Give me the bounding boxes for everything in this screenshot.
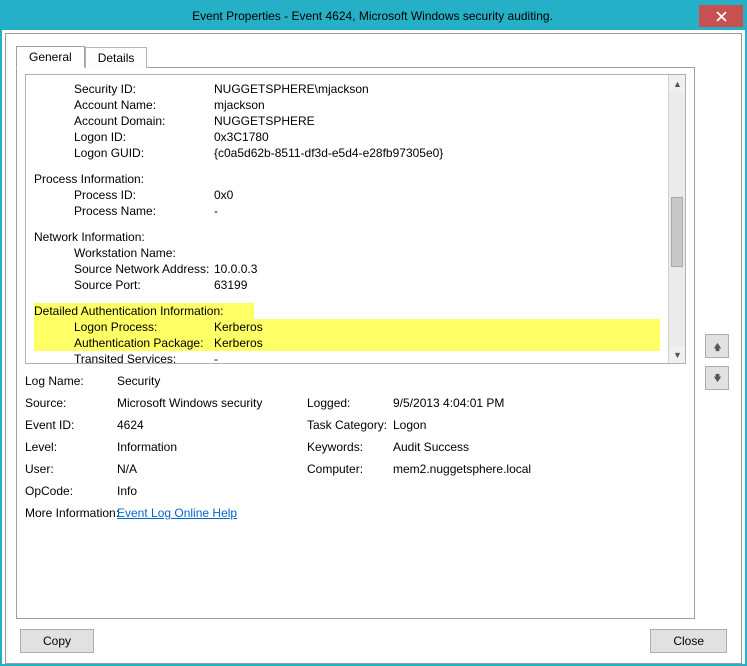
titlebar[interactable]: Event Properties - Event 4624, Microsoft… xyxy=(2,2,745,30)
arrow-down-icon xyxy=(712,373,723,384)
client-area: General Details Security ID:NUGGETSPHERE… xyxy=(5,33,742,664)
tab-general-page: Security ID:NUGGETSPHERE\mjackson Accoun… xyxy=(16,67,695,619)
level-value: Information xyxy=(117,440,307,454)
close-icon xyxy=(716,11,727,22)
event-description-text[interactable]: Security ID:NUGGETSPHERE\mjackson Accoun… xyxy=(26,75,668,363)
logged-value: 9/5/2013 4:04:01 PM xyxy=(393,396,686,410)
task-category-value: Logon xyxy=(393,418,686,432)
scroll-down-icon[interactable]: ▼ xyxy=(669,346,686,363)
window-close-button[interactable] xyxy=(699,5,743,27)
event-description-box: Security ID:NUGGETSPHERE\mjackson Accoun… xyxy=(25,74,686,364)
event-log-online-help-link[interactable]: Event Log Online Help xyxy=(117,506,237,520)
tab-general[interactable]: General xyxy=(16,46,85,68)
event-nav-buttons xyxy=(705,334,729,390)
copy-button[interactable]: Copy xyxy=(20,629,94,653)
arrow-up-icon xyxy=(712,341,723,352)
log-name-value: Security xyxy=(117,374,307,388)
prev-event-button[interactable] xyxy=(705,334,729,358)
computer-value: mem2.nuggetsphere.local xyxy=(393,462,686,476)
next-event-button[interactable] xyxy=(705,366,729,390)
tab-strip: General Details xyxy=(16,43,695,67)
window-title: Event Properties - Event 4624, Microsoft… xyxy=(46,9,699,23)
user-value: N/A xyxy=(117,462,307,476)
event-metadata-grid: Log Name:Security Source:Microsoft Windo… xyxy=(25,374,686,520)
opcode-value: Info xyxy=(117,484,307,498)
scroll-thumb[interactable] xyxy=(671,197,683,267)
description-scrollbar[interactable]: ▲ ▼ xyxy=(668,75,685,363)
dialog-button-row: Copy Close xyxy=(16,619,731,653)
scroll-up-icon[interactable]: ▲ xyxy=(669,75,686,92)
event-properties-window: Event Properties - Event 4624, Microsoft… xyxy=(0,0,747,666)
event-id-value: 4624 xyxy=(117,418,307,432)
close-button[interactable]: Close xyxy=(650,629,727,653)
source-value: Microsoft Windows security xyxy=(117,396,307,410)
keywords-value: Audit Success xyxy=(393,440,686,454)
tab-details[interactable]: Details xyxy=(85,47,148,68)
